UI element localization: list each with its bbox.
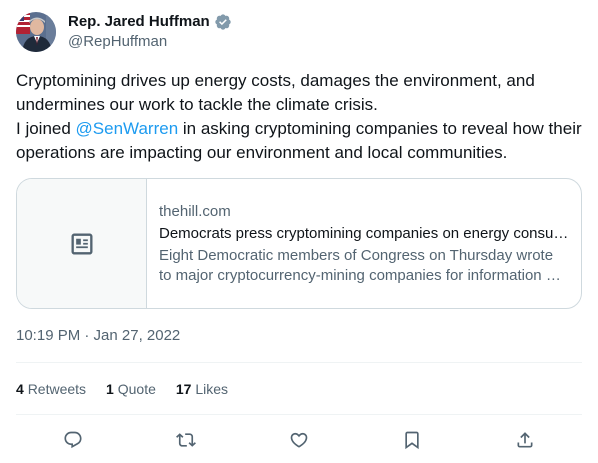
avatar[interactable] — [16, 12, 56, 52]
retweet-icon — [175, 433, 196, 447]
likes-count: 17 — [175, 381, 192, 397]
reply-button[interactable] — [56, 423, 90, 457]
card-title[interactable]: Democrats press cryptomining companies o… — [159, 224, 569, 244]
engagement-stats: 4 Retweets 1 Quote 17 Likes — [16, 379, 248, 399]
quotes-stat[interactable]: 1 Quote — [106, 379, 156, 399]
share-button[interactable] — [508, 423, 542, 457]
bookmark-button[interactable] — [395, 423, 429, 457]
like-button[interactable] — [282, 423, 316, 457]
reply-icon — [64, 431, 82, 449]
likes-label: Likes — [195, 381, 229, 397]
tweet-text-line: Cryptomining drives up energy costs, dam… — [16, 71, 535, 114]
tweet-timestamp[interactable]: 10:19 PM · Jan 27, 2022 — [16, 326, 180, 346]
tweet-actions — [16, 424, 582, 456]
tweet-text: Cryptomining drives up energy costs, dam… — [16, 69, 582, 165]
quotes-count: 1 — [106, 381, 114, 397]
divider — [16, 414, 582, 415]
link-card[interactable]: thehill.com Democrats press cryptomining… — [16, 178, 582, 309]
retweets-count: 4 — [16, 381, 24, 397]
divider — [16, 362, 582, 363]
card-domain: thehill.com — [159, 202, 231, 220]
like-icon — [290, 432, 308, 448]
share-icon — [517, 432, 533, 448]
card-thumbnail — [17, 179, 147, 308]
bookmark-icon — [405, 431, 419, 450]
news-article-icon — [71, 233, 92, 254]
quotes-label: Quote — [117, 381, 156, 397]
retweets-stat[interactable]: 4 Retweets — [16, 379, 86, 399]
author-handle[interactable]: @RepHuffman — [68, 32, 232, 52]
retweet-button[interactable] — [169, 423, 203, 457]
mention-link[interactable]: @SenWarren — [76, 119, 179, 138]
author-display-name[interactable]: Rep. Jared Huffman — [68, 12, 210, 32]
tweet-text-segment: I joined — [16, 119, 76, 138]
retweets-label: Retweets — [27, 381, 87, 397]
card-description: Eight Democratic members of Congress on … — [159, 246, 563, 284]
verified-badge-icon[interactable] — [214, 13, 232, 31]
tweet-text-line: I joined @SenWarren in asking cryptomini… — [16, 117, 582, 165]
tweet-header: Rep. Jared Huffman @RepHuffman — [16, 12, 232, 52]
likes-stat[interactable]: 17 Likes — [176, 379, 228, 399]
